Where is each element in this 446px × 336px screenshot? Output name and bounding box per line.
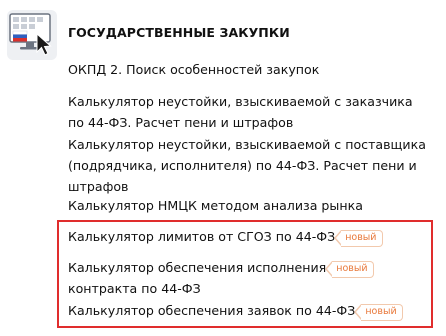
menu-item-contract-security[interactable]: Калькулятор обеспечения исполнения новый … — [68, 257, 433, 299]
calculator-menu: ОКПД 2. Поиск особенностей закупок Кальк… — [0, 0, 446, 336]
menu-item-label: Калькулятор неустойки, взыскиваемой с по… — [68, 137, 426, 152]
menu-item-label: Калькулятор НМЦК методом анализа рынка — [68, 198, 363, 213]
menu-item-label: по 44-ФЗ. Расчет пени и штрафов — [68, 115, 294, 130]
menu-item-bid-security[interactable]: Калькулятор обеспечения заявок по 44-ФЗ н… — [68, 300, 433, 321]
new-badge: новый — [334, 230, 383, 247]
menu-item-label: Калькулятор неустойки, взыскиваемой с за… — [68, 94, 413, 109]
new-badge: новый — [325, 261, 374, 278]
menu-item-label: Калькулятор обеспечения исполнения — [68, 260, 327, 275]
menu-item-nmck-market[interactable]: Калькулятор НМЦК методом анализа рынка — [68, 195, 433, 216]
menu-item-label: Калькулятор лимитов от СГОЗ по 44-ФЗ — [68, 229, 336, 244]
menu-item-penalty-supplier[interactable]: Калькулятор неустойки, взыскиваемой с по… — [68, 134, 433, 197]
menu-item-label: ОКПД 2. Поиск особенностей закупок — [68, 62, 320, 77]
new-badge: новый — [354, 304, 403, 321]
menu-item-label: (подрядчика, исполнителя) по 44-ФЗ. Расч… — [68, 158, 417, 173]
menu-item-label: штрафов — [68, 179, 129, 194]
menu-item-penalty-customer[interactable]: Калькулятор неустойки, взыскиваемой с за… — [68, 91, 433, 133]
menu-item-okpd2[interactable]: ОКПД 2. Поиск особенностей закупок — [68, 59, 433, 80]
menu-item-label: контракта по 44-ФЗ — [68, 281, 201, 296]
menu-item-limits-sgoz[interactable]: Калькулятор лимитов от СГОЗ по 44-ФЗ новы… — [68, 226, 433, 247]
menu-item-label: Калькулятор обеспечения заявок по 44-ФЗ — [68, 303, 356, 318]
